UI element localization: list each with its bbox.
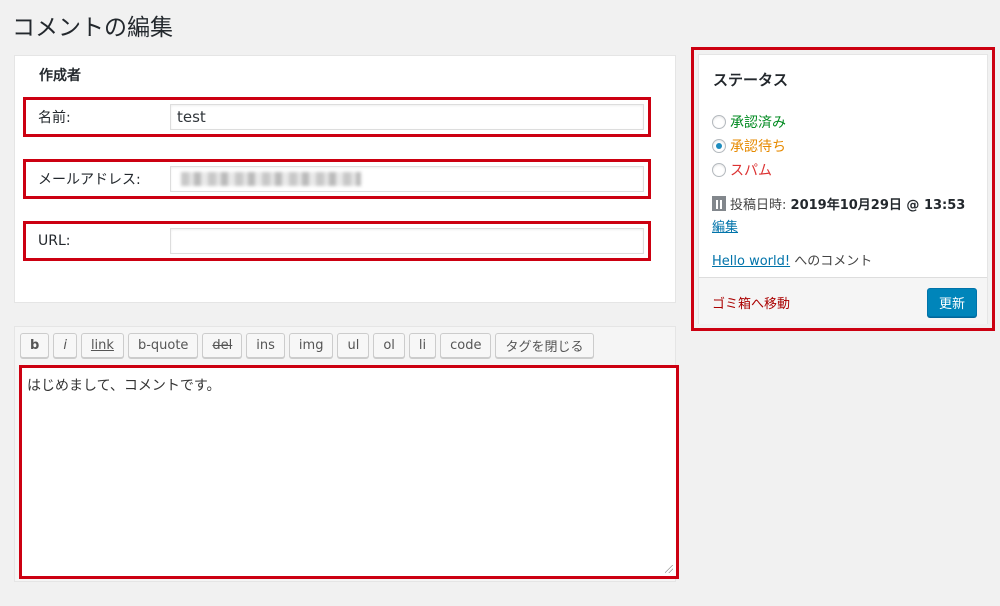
calendar-icon [712, 196, 726, 211]
quicktags-toolbar: b i link b-quote del ins img ul ol li co… [20, 333, 594, 358]
post-suffix: へのコメント [794, 254, 873, 269]
status-panel: ステータス 承認済み 承認待ち スパム 投稿日時: 2019年10月29日 @ … [698, 54, 988, 324]
blockquote-button[interactable]: b-quote [127, 333, 199, 358]
status-footer: ゴミ箱へ移動 更新 [699, 277, 987, 324]
li-button[interactable]: li [408, 333, 437, 358]
email-input[interactable] [170, 166, 644, 192]
response-to: Hello world! へのコメント [712, 250, 872, 269]
trash-link[interactable]: ゴミ箱へ移動 [712, 293, 790, 312]
update-button[interactable]: 更新 [926, 288, 977, 317]
email-field-row: メールアドレス: [23, 159, 651, 199]
date-value: 2019年10月29日 @ 13:53 [790, 198, 966, 213]
url-input[interactable] [170, 228, 644, 254]
del-button[interactable]: del [202, 333, 243, 358]
link-button[interactable]: link [80, 333, 124, 358]
approved-label: 承認済み [730, 115, 786, 131]
post-link[interactable]: Hello world! [712, 254, 790, 269]
img-button[interactable]: img [288, 333, 334, 358]
name-field-row: 名前: [23, 97, 651, 137]
status-box: ステータス 承認済み 承認待ち スパム 投稿日時: 2019年10月29日 @ … [691, 47, 995, 331]
status-heading: ステータス [713, 71, 789, 89]
resize-handle-icon[interactable] [665, 565, 673, 573]
spam-label: スパム [730, 163, 772, 179]
ins-button[interactable]: ins [246, 333, 285, 358]
edit-date-link[interactable]: 編集 [712, 220, 738, 235]
close-tags-button[interactable]: タグを閉じる [495, 333, 594, 358]
status-option-pending[interactable]: 承認待ち [712, 136, 786, 156]
comment-text: はじめまして、コメントです。 [27, 378, 221, 394]
name-label: 名前: [38, 110, 71, 126]
page-title: コメントの編集 [12, 15, 173, 41]
radio-pending[interactable] [712, 139, 726, 153]
bold-button[interactable]: b [20, 333, 50, 358]
author-box: 作成者 名前: メールアドレス: URL: [14, 55, 676, 303]
code-button[interactable]: code [440, 333, 492, 358]
author-heading: 作成者 [39, 68, 81, 84]
email-label: メールアドレス: [38, 172, 141, 188]
comment-textarea[interactable]: はじめまして、コメントです。 [19, 365, 679, 579]
status-option-spam[interactable]: スパム [712, 160, 772, 180]
radio-approved[interactable] [712, 115, 726, 129]
submitted-date: 投稿日時: 2019年10月29日 @ 13:53 編集 [712, 195, 974, 239]
name-input[interactable] [170, 104, 644, 130]
ol-button[interactable]: ol [373, 333, 405, 358]
date-label: 投稿日時: [730, 198, 787, 213]
blurred-email-value [181, 172, 361, 186]
url-field-row: URL: [23, 221, 651, 261]
radio-spam[interactable] [712, 163, 726, 177]
status-option-approved[interactable]: 承認済み [712, 112, 786, 132]
italic-button[interactable]: i [53, 333, 77, 358]
comment-editor: b i link b-quote del ins img ul ol li co… [14, 326, 679, 582]
ul-button[interactable]: ul [337, 333, 370, 358]
pending-label: 承認待ち [730, 139, 786, 155]
url-label: URL: [38, 233, 71, 249]
